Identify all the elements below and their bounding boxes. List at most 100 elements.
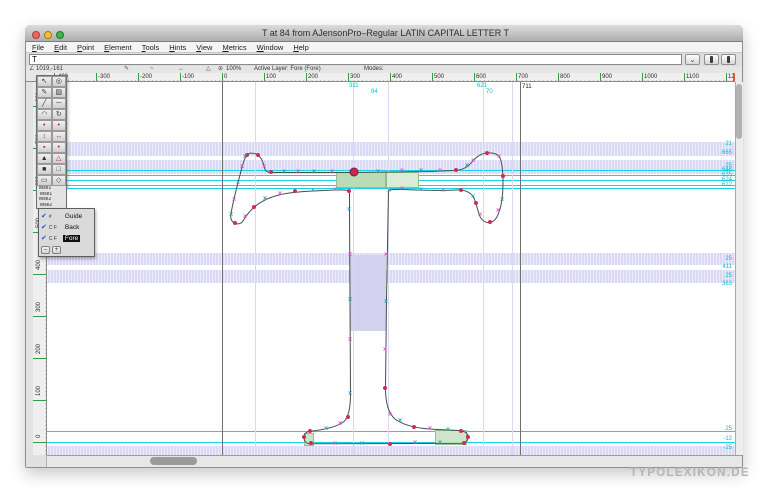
node[interactable] bbox=[256, 153, 260, 157]
line-tool[interactable]: ─ bbox=[52, 98, 67, 109]
control-node[interactable]: × bbox=[428, 426, 432, 433]
node[interactable] bbox=[474, 201, 478, 205]
rotate-tool[interactable]: ↻ bbox=[52, 109, 67, 120]
curve-icon[interactable]: ~ bbox=[150, 66, 154, 73]
node[interactable] bbox=[388, 442, 392, 446]
control-node[interactable]: × bbox=[296, 169, 300, 176]
control-node[interactable]: × bbox=[333, 187, 337, 194]
zoom-level[interactable]: 100% bbox=[226, 66, 241, 73]
layer-row-guide[interactable]: ✔#Guide bbox=[41, 211, 94, 222]
vertical-scrollbar-thumb[interactable] bbox=[736, 84, 742, 139]
control-node[interactable]: × bbox=[348, 297, 352, 304]
control-node[interactable]: × bbox=[278, 191, 282, 198]
selected-node[interactable] bbox=[351, 169, 358, 176]
node[interactable] bbox=[309, 441, 313, 445]
node[interactable] bbox=[488, 220, 492, 224]
node[interactable] bbox=[466, 435, 470, 439]
pointer-tool[interactable]: ↖ bbox=[37, 76, 52, 87]
glyph-dropdown-button[interactable]: ⌄ bbox=[685, 54, 700, 65]
control-node[interactable]: × bbox=[387, 188, 391, 195]
control-node[interactable]: × bbox=[438, 168, 442, 175]
control-node[interactable]: × bbox=[262, 164, 266, 171]
sidebearing-line[interactable] bbox=[520, 82, 521, 455]
control-node[interactable]: × bbox=[384, 252, 388, 259]
contour-tool[interactable]: ■ bbox=[37, 164, 52, 175]
control-node[interactable]: × bbox=[282, 169, 286, 176]
layer-name[interactable]: Guide bbox=[63, 213, 84, 220]
menu-metrics[interactable]: Metrics bbox=[222, 43, 246, 52]
control-node[interactable]: × bbox=[413, 440, 417, 447]
move-horizontal-tool[interactable]: ↔ bbox=[52, 131, 67, 142]
layer-row-back[interactable]: ✔C FBack bbox=[41, 222, 94, 233]
layer-row-fore[interactable]: ✔C FFore bbox=[41, 233, 94, 244]
menu-help[interactable]: Help bbox=[293, 43, 308, 52]
node[interactable] bbox=[501, 174, 505, 178]
horizontal-ruler[interactable]: -400-300-200-100010020030040050060070080… bbox=[47, 73, 735, 82]
control-node[interactable]: × bbox=[229, 212, 233, 219]
control-node[interactable]: × bbox=[311, 188, 315, 195]
horizontal-scrollbar[interactable] bbox=[26, 455, 742, 467]
layer-visibility-checkbox[interactable]: ✔ bbox=[41, 224, 47, 232]
lock-tool[interactable]: ◠ bbox=[37, 109, 52, 120]
menu-file[interactable]: File bbox=[32, 43, 44, 52]
node[interactable] bbox=[459, 429, 463, 433]
control-node[interactable]: × bbox=[263, 196, 267, 203]
control-node[interactable]: × bbox=[348, 337, 352, 344]
node[interactable] bbox=[346, 415, 350, 419]
control-node[interactable]: × bbox=[465, 163, 469, 170]
distance-icon[interactable]: ↔ bbox=[178, 66, 184, 73]
horizontal-scrollbar-thumb[interactable] bbox=[150, 457, 197, 465]
mask-tool[interactable]: □ bbox=[52, 164, 67, 175]
sidebearing-line[interactable] bbox=[222, 82, 223, 455]
layer-visibility-checkbox[interactable]: ✔ bbox=[41, 235, 47, 243]
node[interactable] bbox=[233, 221, 237, 225]
knife-tool[interactable]: ╱ bbox=[37, 98, 52, 109]
menu-point[interactable]: Point bbox=[77, 43, 94, 52]
rect-tool[interactable]: ▭ bbox=[37, 175, 52, 186]
control-node[interactable]: × bbox=[360, 441, 364, 448]
node[interactable] bbox=[308, 429, 312, 433]
add-corner-point-tool[interactable]: • bbox=[37, 120, 52, 131]
control-node[interactable]: × bbox=[419, 187, 423, 194]
add-curve-point-tool[interactable]: • bbox=[52, 120, 67, 131]
control-node[interactable]: × bbox=[400, 168, 404, 175]
menu-hints[interactable]: Hints bbox=[169, 43, 186, 52]
control-node[interactable]: × bbox=[232, 197, 236, 204]
next-glyph-button[interactable] bbox=[721, 54, 736, 65]
fill-tool[interactable]: ▨ bbox=[52, 87, 67, 98]
menu-window[interactable]: Window bbox=[257, 43, 284, 52]
pen-icon[interactable]: ✎ bbox=[124, 66, 129, 73]
glyph-canvas[interactable]: 3118462170711216652564863562461225411253… bbox=[47, 82, 735, 455]
control-node[interactable]: × bbox=[384, 299, 388, 306]
ellipse-tool[interactable]: ◇ bbox=[52, 175, 67, 186]
control-node[interactable]: × bbox=[330, 169, 334, 176]
node[interactable] bbox=[485, 151, 489, 155]
measure-tool[interactable]: ▲ bbox=[37, 153, 52, 164]
snap-point-tool[interactable]: ▪ bbox=[37, 142, 52, 153]
control-node[interactable]: × bbox=[324, 426, 328, 433]
control-node[interactable]: × bbox=[338, 421, 342, 428]
node[interactable] bbox=[269, 170, 273, 174]
layer-name[interactable]: Back bbox=[63, 224, 81, 231]
control-node[interactable]: × bbox=[496, 208, 500, 215]
control-node[interactable]: × bbox=[348, 252, 352, 259]
control-node[interactable]: × bbox=[446, 427, 450, 434]
control-node[interactable]: × bbox=[312, 169, 316, 176]
node[interactable] bbox=[347, 189, 351, 193]
layer-name[interactable]: Fore bbox=[63, 235, 80, 242]
node[interactable] bbox=[293, 189, 297, 193]
menu-element[interactable]: Element bbox=[104, 43, 132, 52]
control-node[interactable]: × bbox=[388, 412, 392, 419]
control-node[interactable]: × bbox=[500, 197, 504, 204]
remove-layer-button[interactable]: – bbox=[41, 246, 50, 254]
control-node[interactable]: × bbox=[236, 180, 240, 187]
node[interactable] bbox=[302, 435, 306, 439]
control-node[interactable]: × bbox=[441, 188, 445, 195]
control-node[interactable]: × bbox=[497, 154, 501, 161]
control-node[interactable]: × bbox=[333, 441, 337, 448]
node[interactable] bbox=[252, 205, 256, 209]
pen-tool[interactable]: ✎ bbox=[37, 87, 52, 98]
control-node[interactable]: × bbox=[347, 207, 351, 214]
preview-tool[interactable]: △ bbox=[52, 153, 67, 164]
control-node[interactable]: × bbox=[419, 168, 423, 175]
